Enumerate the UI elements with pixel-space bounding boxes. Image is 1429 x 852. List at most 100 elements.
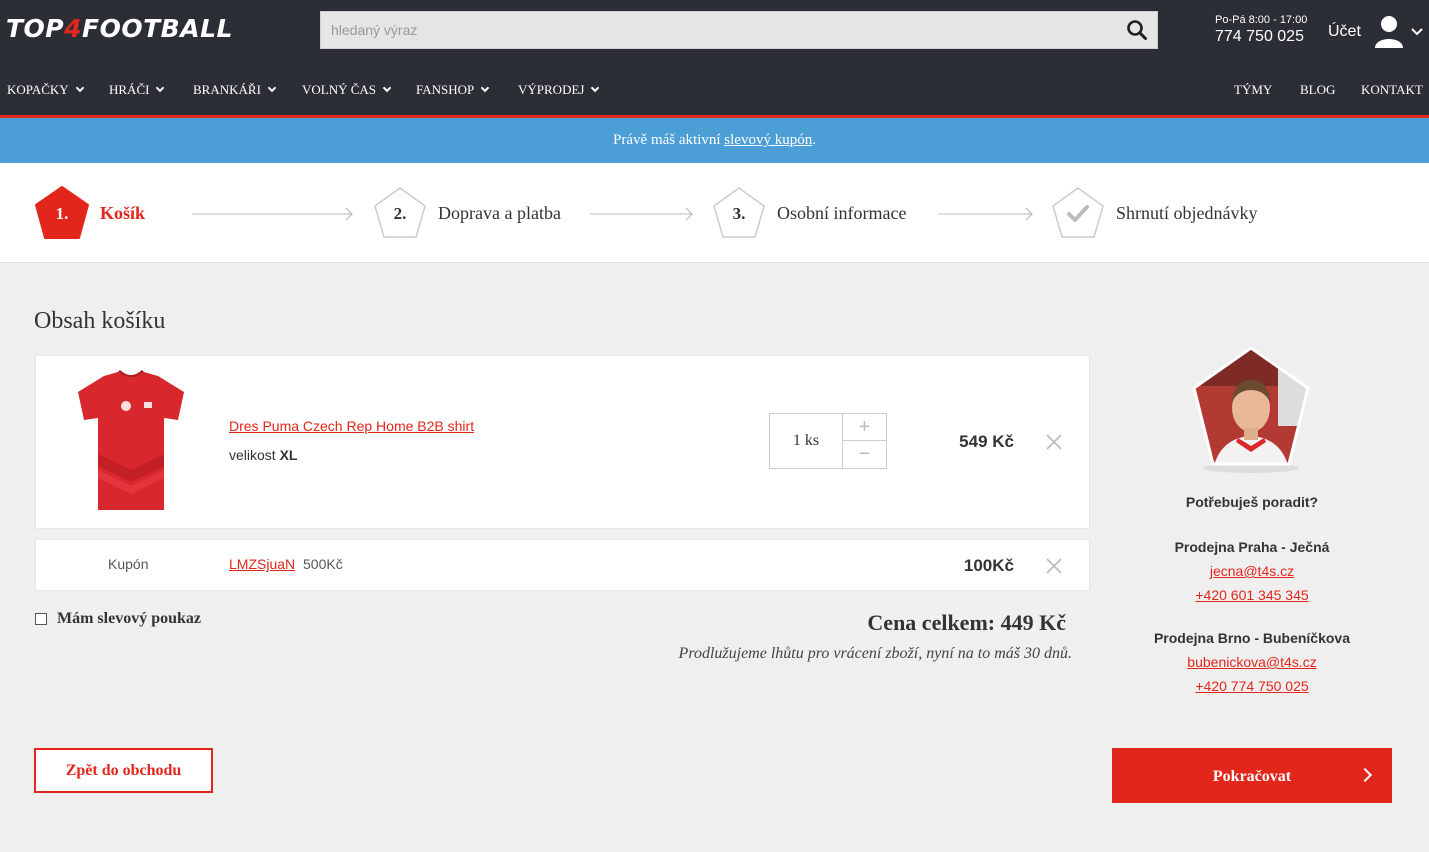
store-brno: Prodejna Brno - Bubeníčkova bubenickova@…: [1112, 630, 1392, 702]
product-size: velikost XL: [229, 447, 297, 463]
minus-icon[interactable]: −: [842, 441, 886, 468]
plus-icon[interactable]: +: [842, 414, 886, 441]
step-label: Shrnutí objednávky: [1116, 202, 1258, 223]
header-phone[interactable]: 774 750 025: [1215, 28, 1307, 46]
banner-text: Právě máš aktivní: [613, 132, 721, 148]
checkout-steps: 1. Košík 2. Doprava a platba 3. Osobní i…: [0, 163, 1429, 263]
logo[interactable]: TOP4FOOTBALL: [6, 14, 233, 43]
banner-suffix: .: [812, 132, 816, 148]
step-label: Osobní informace: [777, 202, 907, 223]
nav-item-tymy[interactable]: TÝMY: [1234, 66, 1272, 114]
opening-hours: Po-Pá 8:00 - 17:00: [1215, 14, 1308, 26]
item-price: 549 Kč: [959, 432, 1014, 451]
coupon-price: 100Kč: [963, 556, 1014, 575]
step-cart[interactable]: 1. Košík: [34, 185, 145, 241]
store-email-link[interactable]: jecna@t4s.cz: [1112, 563, 1392, 587]
chevron-down-icon: [1411, 23, 1423, 41]
step-arrow-icon: [590, 207, 694, 221]
banner-coupon-link[interactable]: slevový kupón: [724, 132, 812, 148]
nav-item-fanshop[interactable]: FANSHOP: [416, 66, 490, 114]
main-nav: KOPAČKY HRÁČI BRANKÁŘI VOLNÝ ČAS FANSHOP…: [0, 66, 1429, 114]
coupon-banner: Právě máš aktivní slevový kupón.: [0, 118, 1429, 163]
return-policy-note: Prodlužujeme lhůtu pro vrácení zboží, ny…: [678, 645, 1072, 662]
back-to-shop-button[interactable]: Zpět do obchodu: [34, 748, 213, 793]
step-badge: 1.: [34, 185, 90, 241]
chevron-down-icon: [75, 83, 84, 93]
step-label: Doprava a platba: [438, 202, 561, 223]
logo-text-left: TOP: [6, 14, 65, 43]
chevron-down-icon: [156, 83, 165, 93]
nav-item-hraci[interactable]: HRÁČI: [109, 66, 165, 114]
step-arrow-icon: [938, 207, 1034, 221]
page-title: Obsah košíku: [34, 308, 166, 334]
search-input[interactable]: [321, 12, 1111, 48]
nav-item-brankari[interactable]: BRANKÁŘI: [193, 66, 277, 114]
store-name: Prodejna Brno - Bubeníčkova: [1153, 630, 1351, 646]
close-icon[interactable]: [1044, 556, 1064, 576]
coupon-amount: 500Kč: [303, 556, 343, 572]
nav-label: BRANKÁŘI: [193, 82, 261, 97]
coupon-row: Kupón LMZSjuaN 500Kč 100Kč: [35, 539, 1090, 591]
help-title: Potřebuješ poradit?: [1185, 494, 1319, 510]
nav-label: HRÁČI: [109, 82, 150, 97]
step-shipping[interactable]: 2. Doprava a platba: [372, 185, 561, 241]
coupon-label: Kupón: [108, 556, 149, 572]
step-badge: [1050, 185, 1106, 241]
store-praha: Prodejna Praha - Ječná jecna@t4s.cz +420…: [1112, 539, 1392, 611]
product-image[interactable]: [56, 370, 206, 515]
site-header: TOP4FOOTBALL Po-Pá 8:00 - 17:00 774 750 …: [0, 0, 1429, 118]
nav-label: FANSHOP: [416, 82, 475, 97]
order-total: Cena celkem: 449 Kč: [620, 610, 1066, 636]
total-value: 449 Kč: [1000, 610, 1066, 635]
cart-item-row: Dres Puma Czech Rep Home B2B shirt velik…: [35, 355, 1090, 529]
step-badge: 3.: [711, 185, 767, 241]
step-summary[interactable]: Shrnutí objednávky: [1050, 185, 1258, 241]
logo-text-four: 4: [64, 14, 83, 43]
size-label: velikost: [229, 447, 276, 463]
chevron-down-icon: [481, 83, 490, 93]
quantity-value[interactable]: 1 ks: [770, 414, 842, 468]
contact-hours: Po-Pá 8:00 - 17:00 774 750 025: [1215, 14, 1307, 46]
step-badge: 2.: [372, 185, 428, 241]
store-email-link[interactable]: bubenickova@t4s.cz: [1112, 654, 1392, 678]
quantity-stepper: 1 ks + −: [769, 413, 887, 469]
search-icon[interactable]: [1125, 18, 1149, 42]
total-label: Cena celkem:: [867, 610, 996, 635]
chevron-down-icon: [267, 83, 277, 93]
store-phone-link[interactable]: +420 601 345 345: [1112, 587, 1392, 611]
close-icon[interactable]: [1044, 432, 1064, 452]
product-name-link[interactable]: Dres Puma Czech Rep Home B2B shirt: [229, 418, 474, 434]
nav-item-volny-cas[interactable]: VOLNÝ ČAS: [302, 66, 392, 114]
step-number: 3.: [732, 204, 746, 223]
search-bar: [320, 11, 1158, 49]
size-value: XL: [279, 447, 298, 463]
step-number: 2.: [393, 204, 407, 223]
user-icon: [1373, 14, 1405, 50]
continue-button[interactable]: Pokračovat: [1112, 748, 1392, 803]
checkbox[interactable]: [35, 613, 47, 625]
step-number: 1.: [55, 204, 69, 223]
advisor-photo: [1192, 346, 1310, 474]
account-menu[interactable]: Účet: [1328, 12, 1423, 52]
step-label: Košík: [100, 202, 146, 223]
step-arrow-icon: [192, 207, 354, 221]
step-personal-info[interactable]: 3. Osobní informace: [711, 185, 906, 241]
voucher-label: Mám slevový poukaz: [57, 610, 201, 627]
nav-item-kopacky[interactable]: KOPAČKY: [7, 66, 84, 114]
coupon-code-link[interactable]: LMZSjuaN: [229, 556, 295, 572]
nav-label: VÝPRODEJ: [518, 82, 585, 97]
account-label: Účet: [1328, 23, 1361, 40]
voucher-checkbox[interactable]: Mám slevový poukaz: [35, 610, 201, 628]
nav-label: VOLNÝ ČAS: [302, 82, 377, 97]
chevron-down-icon: [591, 83, 600, 93]
nav-label: KOPAČKY: [7, 82, 69, 97]
nav-item-blog[interactable]: BLOG: [1300, 66, 1335, 114]
nav-item-kontakt[interactable]: KONTAKT: [1361, 66, 1423, 114]
store-name: Prodejna Praha - Ječná: [1174, 539, 1330, 555]
nav-item-vyprodej[interactable]: VÝPRODEJ: [518, 66, 600, 114]
continue-label: Pokračovat: [1212, 768, 1292, 785]
store-phone-link[interactable]: +420 774 750 025: [1112, 678, 1392, 702]
chevron-down-icon: [382, 83, 392, 93]
chevron-right-icon: [1357, 767, 1373, 783]
logo-text-right: FOOTBALL: [82, 14, 233, 43]
